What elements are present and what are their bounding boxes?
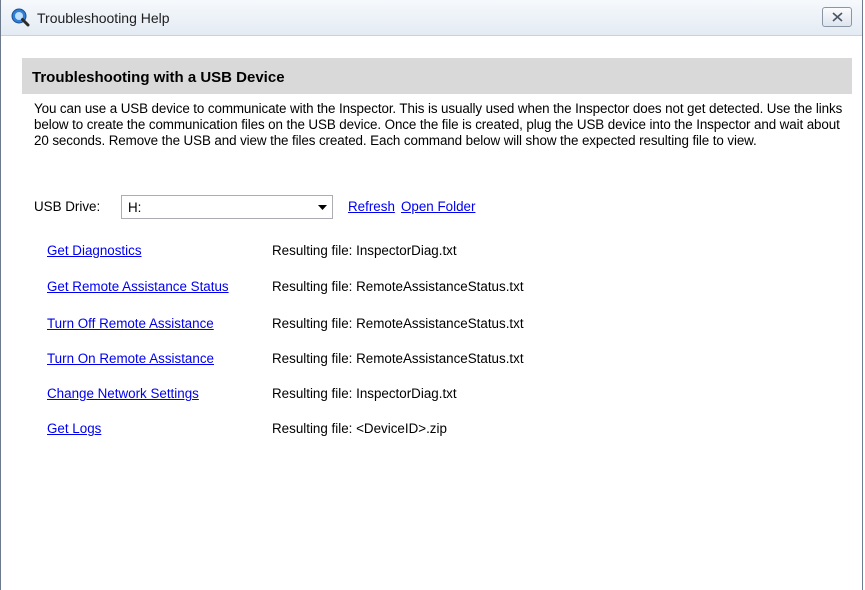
result-file-text: Resulting file: InspectorDiag.txt [272, 386, 457, 401]
troubleshooting-help-window: Troubleshooting Help Troubleshooting wit… [0, 0, 863, 590]
command-row: Get Remote Assistance Status Resulting f… [34, 279, 834, 297]
turn-off-remote-assistance-link[interactable]: Turn Off Remote Assistance [47, 316, 214, 331]
close-icon [832, 12, 843, 22]
command-row: Get Diagnostics Resulting file: Inspecto… [34, 243, 834, 261]
turn-on-remote-assistance-link[interactable]: Turn On Remote Assistance [47, 351, 214, 366]
app-search-icon [11, 8, 30, 27]
result-file-text: Resulting file: RemoteAssistanceStatus.t… [272, 279, 524, 294]
usb-drive-dropdown[interactable]: H: [121, 195, 333, 219]
description-text: You can use a USB device to communicate … [34, 101, 843, 148]
open-folder-link[interactable]: Open Folder [401, 199, 475, 214]
result-file-text: Resulting file: RemoteAssistanceStatus.t… [272, 351, 524, 366]
get-diagnostics-link[interactable]: Get Diagnostics [47, 243, 142, 258]
result-file-text: Resulting file: <DeviceID>.zip [272, 421, 447, 436]
usb-drive-label: USB Drive: [34, 199, 101, 214]
command-row: Turn On Remote Assistance Resulting file… [34, 351, 834, 369]
close-button[interactable] [822, 7, 852, 27]
result-file-text: Resulting file: RemoteAssistanceStatus.t… [272, 316, 524, 331]
command-row: Turn Off Remote Assistance Resulting fil… [34, 316, 834, 334]
get-remote-assistance-status-link[interactable]: Get Remote Assistance Status [47, 279, 229, 294]
command-row: Get Logs Resulting file: <DeviceID>.zip [34, 421, 834, 439]
get-logs-link[interactable]: Get Logs [47, 421, 101, 436]
usb-drive-selected-value: H: [128, 200, 142, 215]
usb-drive-row: USB Drive: H: Refresh Open Folder [34, 195, 834, 219]
change-network-settings-link[interactable]: Change Network Settings [47, 386, 199, 401]
window-title: Troubleshooting Help [37, 10, 170, 26]
chevron-down-icon [318, 205, 327, 210]
command-row: Change Network Settings Resulting file: … [34, 386, 834, 404]
section-heading: Troubleshooting with a USB Device [22, 58, 852, 94]
title-bar[interactable]: Troubleshooting Help [1, 0, 862, 36]
result-file-text: Resulting file: InspectorDiag.txt [272, 243, 457, 258]
refresh-link[interactable]: Refresh [348, 199, 395, 214]
